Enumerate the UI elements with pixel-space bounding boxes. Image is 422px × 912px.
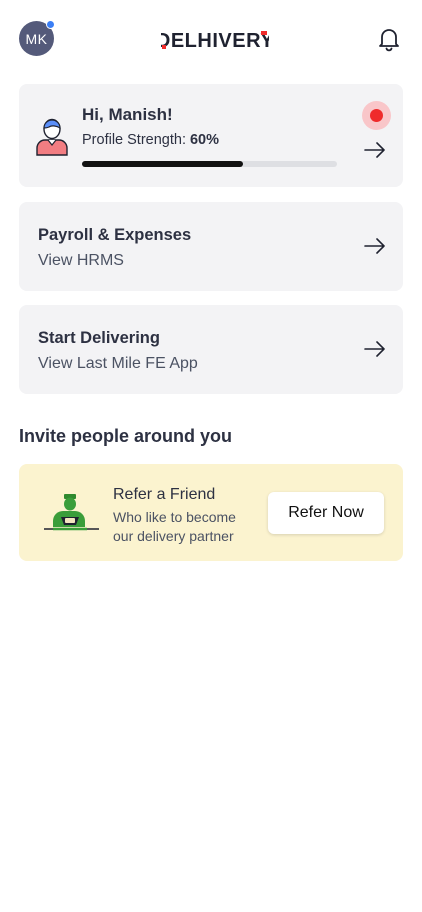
payroll-subtitle: View HRMS xyxy=(38,252,124,269)
greeting-text: Hi, Manish! xyxy=(82,105,173,124)
payroll-card[interactable]: Payroll & Expenses View HRMS xyxy=(19,202,403,291)
delhivery-logo: DELHIVERY xyxy=(161,30,269,51)
delivery-partner-icon xyxy=(44,494,99,531)
record-indicator[interactable] xyxy=(362,101,391,130)
profile-strength-progress xyxy=(82,161,337,167)
refer-friend-description: Who like to become our delivery partner xyxy=(113,509,236,544)
arrow-right-icon[interactable] xyxy=(364,341,386,357)
arrow-right-icon[interactable] xyxy=(364,142,386,158)
arrow-right-icon[interactable] xyxy=(364,238,386,254)
profile-card[interactable]: Hi, Manish! Profile Strength: 60% xyxy=(19,84,403,187)
app-header: MK DELHIVERY xyxy=(0,0,422,80)
bell-icon[interactable] xyxy=(376,26,402,52)
record-dot-icon xyxy=(370,109,383,122)
profile-strength-value: 60% xyxy=(189,132,220,148)
invite-section-title: Invite people around you xyxy=(19,426,233,446)
start-delivering-card[interactable]: Start Delivering View Last Mile FE App xyxy=(19,305,403,394)
progress-fill xyxy=(82,161,243,167)
avatar-initials: MK xyxy=(25,30,48,47)
profile-strength-label: Profile Strength: xyxy=(82,132,186,148)
start-delivering-title: Start Delivering xyxy=(38,329,160,347)
refer-friend-title: Refer a Friend xyxy=(113,486,216,503)
user-profile-icon xyxy=(36,118,68,156)
start-delivering-subtitle: View Last Mile FE App xyxy=(38,355,198,372)
refer-now-button[interactable]: Refer Now xyxy=(268,492,384,534)
payroll-title: Payroll & Expenses xyxy=(38,226,192,244)
avatar-status-dot xyxy=(46,20,55,29)
profile-strength: Profile Strength: 60% xyxy=(82,132,219,148)
user-avatar[interactable]: MK xyxy=(19,20,55,56)
svg-text:DELHIVERY: DELHIVERY xyxy=(161,30,269,51)
refer-friend-card: Refer a Friend Who like to become our de… xyxy=(19,464,403,561)
